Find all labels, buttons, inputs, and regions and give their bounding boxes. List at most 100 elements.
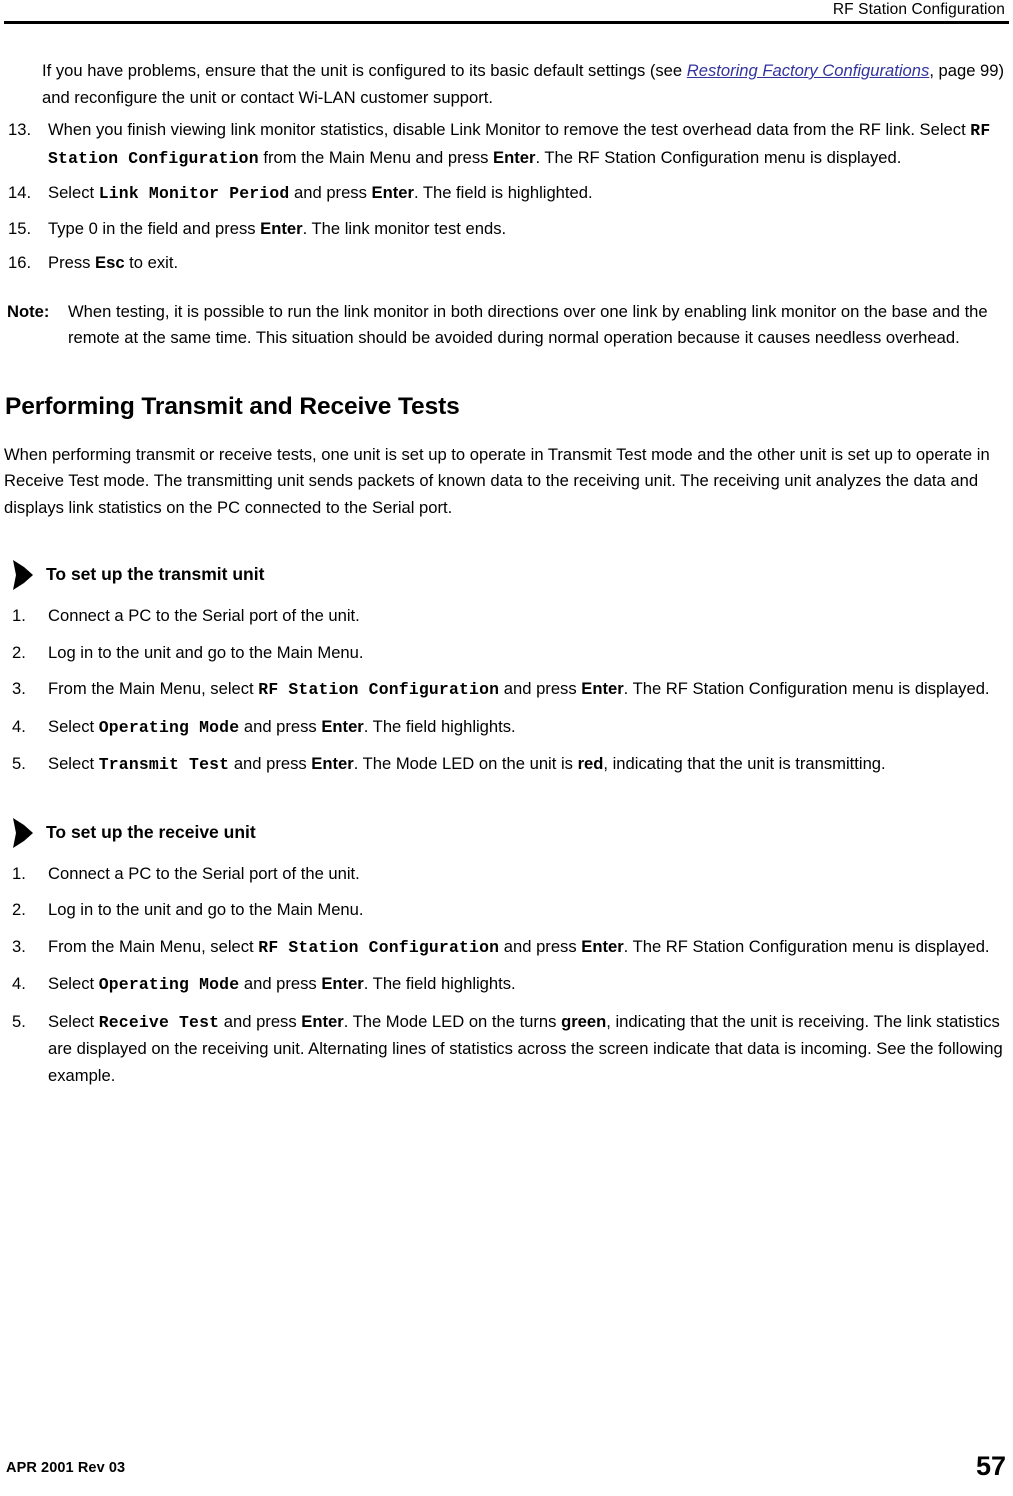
monospace-command: RF Station Configuration	[258, 937, 500, 957]
list-item-number: 5.	[12, 754, 26, 773]
bold-key-label: Enter	[321, 974, 364, 993]
lead-paragraph-part1: If you have problems, ensure that the un…	[42, 61, 687, 80]
continued-steps-list: 13. When you finish viewing link monitor …	[4, 117, 1009, 277]
step-text: , indicating that the unit is transmitti…	[603, 754, 886, 773]
list-item: 1. Connect a PC to the Serial port of the…	[4, 603, 1009, 630]
bold-key-label: Enter	[260, 218, 303, 238]
bold-key-label: Esc	[95, 253, 125, 272]
step-text: to exit.	[124, 253, 179, 272]
list-item: 3. From the Main Menu, select RF Station …	[4, 934, 1009, 962]
right-arrow-icon	[13, 560, 33, 590]
list-item: 16. Press Esc to exit.	[4, 250, 1009, 277]
step-text: Select	[48, 716, 99, 736]
step-text: and press	[289, 183, 372, 202]
bold-key-label: red	[577, 754, 604, 773]
footer-page-number: 57	[975, 1451, 1006, 1481]
bold-key-label: Enter	[493, 147, 536, 167]
step-text: Connect a PC to the Serial port of the u…	[48, 606, 360, 625]
list-item: 1. Connect a PC to the Serial port of the…	[4, 861, 1009, 888]
list-item: 4. Select Operating Mode and press Enter.…	[4, 971, 1009, 999]
footer-revision: APR 2001 Rev 03	[6, 1460, 126, 1476]
procedure-heading: To set up the receive unit	[4, 817, 1009, 848]
list-item-number: 1.	[12, 606, 26, 625]
step-text: and press	[239, 974, 322, 993]
step-text: and press	[499, 679, 582, 698]
step-text: . The Mode LED on the turns	[343, 1011, 562, 1031]
step-text: When you finish viewing link monitor sta…	[48, 120, 971, 139]
step-text: Select	[48, 1011, 99, 1031]
header-rule	[4, 21, 1009, 24]
note-text: When testing, it is possible to run the …	[68, 301, 988, 348]
list-item-number: 4.	[12, 716, 26, 736]
step-text: and press	[229, 754, 312, 773]
bold-key-label: green	[561, 1011, 607, 1031]
step-text: and press	[239, 716, 322, 736]
lead-paragraph: If you have problems, ensure that the un…	[4, 58, 1009, 111]
page-content: If you have problems, ensure that the un…	[4, 58, 1009, 1099]
bold-key-label: Enter	[311, 754, 354, 773]
step-text: Type 0 in the field and press	[48, 218, 261, 238]
step-text: From the Main Menu, select	[48, 679, 259, 698]
list-item: 4. Select Operating Mode and press Enter.…	[4, 714, 1009, 742]
monospace-command: Operating Mode	[98, 975, 240, 994]
monospace-command: Transmit Test	[98, 755, 230, 774]
step-text: . The Mode LED on the unit is	[353, 754, 578, 773]
list-item-body: Log in to the unit and go to the Main Me…	[48, 900, 364, 919]
monospace-command: Link Monitor Period	[98, 184, 290, 203]
step-text: . The RF Station Configuration menu is d…	[623, 679, 990, 698]
procedure-heading: To set up the transmit unit	[4, 559, 1009, 590]
bold-key-label: Enter	[581, 679, 624, 698]
list-item-body: Select Transmit Test and press Enter. Th…	[48, 754, 886, 774]
list-item: 2. Log in to the unit and go to the Main …	[4, 897, 1009, 924]
step-text: . The field highlights.	[363, 716, 516, 736]
monospace-command: RF Station Configuration	[258, 680, 500, 699]
step-text: Select	[48, 754, 99, 773]
note-label: Note:	[7, 301, 50, 321]
step-text: From the Main Menu, select	[48, 936, 259, 956]
procedure-title: To set up the transmit unit	[46, 564, 265, 584]
step-text: Select	[48, 183, 99, 202]
page-footer: APR 2001 Rev 03 57	[0, 1446, 1013, 1481]
step-text: Log in to the unit and go to the Main Me…	[48, 642, 364, 662]
right-arrow-icon	[13, 817, 33, 848]
list-item: 3. From the Main Menu, select RF Station …	[4, 676, 1009, 704]
header-title: RF Station Configuration	[832, 1, 1005, 18]
list-item: 5. Select Receive Test and press Enter. T…	[4, 1009, 1009, 1090]
list-item-body: When you finish viewing link monitor sta…	[48, 120, 990, 168]
list-item-body: Select Operating Mode and press Enter. T…	[48, 974, 516, 994]
list-item-body: Log in to the unit and go to the Main Me…	[48, 643, 364, 662]
document-page: RF Station Configuration If you have pro…	[0, 0, 1013, 1496]
step-text: . The field is highlighted.	[413, 183, 593, 202]
list-item-number: 14.	[8, 183, 32, 202]
list-item-body: Connect a PC to the Serial port of the u…	[48, 606, 360, 625]
procedure-steps-list: 1. Connect a PC to the Serial port of the…	[4, 861, 1009, 1090]
monospace-command: Operating Mode	[98, 717, 240, 737]
note-block: Note: When testing, it is possible to ru…	[4, 299, 1009, 352]
list-item-number: 4.	[12, 974, 26, 993]
cross-reference-link[interactable]: Restoring Factory Configurations	[687, 61, 930, 80]
list-item: 13. When you finish viewing link monitor …	[4, 117, 1009, 172]
list-item: 5. Select Transmit Test and press Enter. …	[4, 751, 1009, 779]
list-item-number: 1.	[12, 863, 26, 883]
bold-key-label: Enter	[371, 183, 414, 202]
list-item: 14. Select Link Monitor Period and press …	[4, 180, 1009, 208]
monospace-command: Receive Test	[98, 1012, 220, 1032]
step-text: . The field highlights.	[363, 974, 516, 993]
bold-key-label: Enter	[301, 1011, 344, 1031]
step-text: Select	[48, 974, 99, 993]
bold-key-label: Enter	[581, 936, 624, 956]
procedure-title: To set up the receive unit	[46, 821, 256, 842]
step-text: from the Main Menu and press	[258, 147, 494, 167]
step-text: . The RF Station Configuration menu is d…	[535, 147, 902, 167]
list-item-body: Type 0 in the field and press Enter. The…	[48, 219, 506, 238]
list-item-number: 2.	[12, 642, 26, 662]
list-item-body: Select Link Monitor Period and press Ent…	[48, 183, 593, 203]
step-text: . The link monitor test ends.	[302, 218, 507, 238]
list-item-number: 15.	[8, 218, 32, 238]
list-item-number: 3.	[12, 936, 26, 956]
list-item-number: 13.	[8, 120, 32, 139]
procedures-container: To set up the transmit unit 1. Connect a P…	[4, 559, 1009, 1089]
step-text: . The RF Station Configuration menu is d…	[623, 936, 990, 956]
bold-key-label: Enter	[321, 716, 364, 736]
step-text: and press	[499, 936, 582, 956]
